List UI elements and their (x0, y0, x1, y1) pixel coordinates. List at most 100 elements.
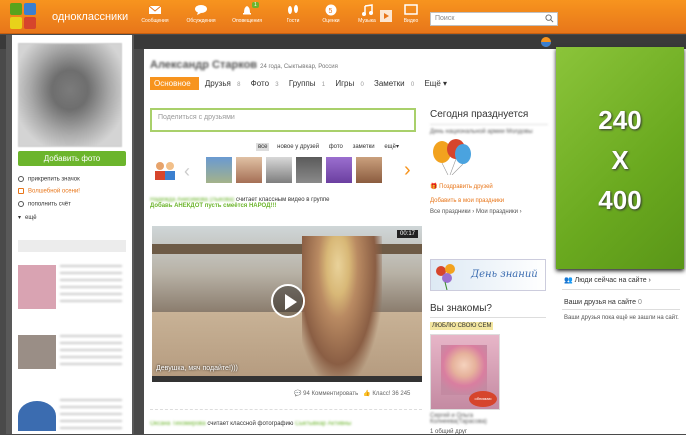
chevron-right-icon[interactable]: › (404, 159, 411, 182)
ribbon-thumb[interactable] (326, 157, 352, 183)
ribbon-tab-all[interactable]: все (256, 143, 270, 151)
search-icon[interactable] (545, 14, 554, 23)
tab-main[interactable]: Основное (150, 77, 199, 90)
feed-item-1-header: Надежда Анисимова (Лыкова) считает класс… (150, 197, 329, 209)
ribbon-thumb[interactable] (356, 157, 382, 183)
ribbon-thumb[interactable] (296, 157, 322, 183)
link-label: ещё (25, 215, 37, 221)
ad-banner[interactable]: 240 X 400 (556, 47, 684, 269)
ribbon-tab-more[interactable]: ещё▾ (382, 143, 401, 151)
nav-video[interactable]: Видео (394, 4, 428, 24)
video-duration: 00:17 (396, 230, 418, 238)
chevron-left-icon[interactable]: ‹ (184, 161, 190, 182)
ad-text-line: 240 (598, 105, 642, 135)
comment-icon: 💬 (294, 391, 302, 397)
feed-target-link[interactable]: Сыктывкар Активны (295, 421, 351, 427)
site-logo[interactable] (10, 3, 50, 33)
tab-games[interactable]: Игры 0 (335, 79, 367, 88)
top-up-link[interactable]: пополнить счёт (18, 201, 71, 208)
tab-more[interactable]: Ещё ▾ (424, 79, 451, 88)
suggested-friend-photo[interactable]: обнимаю нежно (430, 334, 500, 417)
nav-ratings[interactable]: 5 Оценки (314, 4, 348, 24)
nav-guests[interactable]: Гости (276, 4, 310, 24)
today-holiday-title: Сегодня празднуется (430, 109, 529, 120)
video-player[interactable]: 00:17 Девушка, мяч подайте!))) (152, 226, 422, 382)
ribbon-tab-notes[interactable]: заметки (351, 143, 377, 151)
nav-label: Оценки (322, 18, 340, 24)
link-label: Волшебной осени! (28, 188, 80, 195)
feed-item-2-header: Оксана Тихомирова считает классной фотог… (150, 421, 351, 427)
suggested-friend-name[interactable]: Сергей и Ольга Колнеева(Тарасова) (430, 413, 500, 425)
people-icon[interactable] (152, 157, 178, 183)
flowers-icon (436, 264, 455, 290)
gift-icon: 🎁 (430, 184, 438, 190)
nav-label: Гости (286, 18, 300, 24)
love-family-tag[interactable]: ЛЮБЛЮ СВОЮ СЕМ (430, 322, 494, 330)
holiday-links: Все праздники › Мои праздники › (430, 209, 548, 215)
left-box-header (18, 240, 126, 252)
autumn-link[interactable]: Волшебной осени! (18, 188, 80, 195)
feed-group-link[interactable]: Добавь АНЕКДОТ пусть смеётся НАРОД!!! (150, 203, 276, 209)
congratulate-link[interactable]: 🎁 Поздравить друзей (430, 183, 548, 190)
photo-ribbon: ‹ › (150, 155, 422, 187)
coin-icon (18, 201, 24, 207)
mutual-friends[interactable]: 1 общий друг (430, 429, 467, 435)
left-ad-1[interactable] (18, 257, 126, 327)
badge-icon (18, 176, 24, 182)
photo-content (441, 345, 487, 395)
feed-user-link[interactable]: Надежда Анисимова (Лыкова) (150, 197, 234, 203)
video-progress-bar[interactable] (152, 376, 422, 382)
tab-friends[interactable]: Друзья 8 (205, 79, 245, 88)
add-photo-button[interactable]: Добавить фото (18, 151, 126, 166)
nav-notifications[interactable]: Оповещения 1 (230, 2, 264, 24)
avatar[interactable] (18, 43, 122, 147)
footprints-icon (288, 5, 298, 14)
today-holiday-name[interactable]: День национальной армии Молдовы (430, 124, 548, 135)
ribbon-tabs: все новое у друзей фото заметки ещё▾ (256, 143, 405, 151)
comments-link[interactable]: 94 Комментировать (303, 391, 358, 397)
friends-none-text: Ваши друзья пока ещё не зашли на сайт. (564, 315, 679, 321)
main-column: Александр Старков 24 года, Сыктывкар, Ро… (144, 49, 556, 435)
ribbon-thumb[interactable] (236, 157, 262, 183)
ad-thumb (18, 401, 56, 431)
ad-text (60, 265, 122, 305)
balloons-icon (433, 139, 471, 176)
ribbon-tab-friends-new[interactable]: новое у друзей (275, 143, 321, 151)
left-ad-3[interactable] (18, 391, 126, 433)
tab-photos[interactable]: Фото 3 (251, 79, 283, 88)
holiday-banner[interactable]: День знаний (430, 259, 546, 291)
left-column: Добавить фото прикрепить значок Волшебно… (6, 35, 134, 434)
profile-name[interactable]: Александр Старков 24 года, Сыктывкар, Ро… (150, 59, 338, 71)
envelope-icon (148, 5, 162, 14)
nav-messages[interactable]: Сообщения (138, 4, 172, 24)
tab-groups[interactable]: Группы 1 (289, 79, 329, 88)
nav-label: Обсуждения (186, 18, 216, 24)
theme-ball-icon[interactable] (540, 36, 552, 48)
tab-notes[interactable]: Заметки 0 (374, 79, 418, 88)
add-holiday-link[interactable]: Добавить в мои праздники (430, 198, 548, 204)
nav-discussions[interactable]: Обсуждения (184, 4, 218, 24)
play-small-icon[interactable] (380, 10, 392, 22)
ribbon-thumb[interactable] (266, 157, 292, 183)
notifications-badge: 1 (252, 2, 259, 8)
site-name[interactable]: одноклассники (52, 11, 128, 23)
my-holidays-link[interactable]: Мои праздники › (476, 209, 522, 215)
likes-link[interactable]: Класс! 36 245 (372, 391, 410, 397)
left-ad-2[interactable] (18, 327, 126, 375)
share-input[interactable]: Поделиться с друзьями (150, 108, 416, 132)
search-input[interactable]: Поиск (430, 12, 558, 26)
chevron-down-icon: ▾ (18, 215, 22, 221)
nav-label: Видео (403, 18, 419, 24)
attach-badge-link[interactable]: прикрепить значок (18, 176, 80, 183)
friends-on-site: Ваши друзья на сайте 0 (564, 299, 642, 306)
ribbon-thumb[interactable] (206, 157, 232, 183)
people-now-link[interactable]: 👥 Люди сейчас на сайте › (564, 276, 651, 284)
nav-music[interactable]: Музыка (350, 4, 384, 24)
feed-user-link[interactable]: Оксана Тихомирова (150, 421, 206, 427)
more-link[interactable]: ▾ ещё (18, 214, 37, 221)
play-button[interactable] (271, 284, 305, 318)
all-holidays-link[interactable]: Все праздники › (430, 209, 474, 215)
ribbon-tab-photo[interactable]: фото (327, 143, 345, 151)
ad-text-line: X (611, 145, 629, 175)
feed-action: считает классной фотографию (207, 421, 294, 427)
